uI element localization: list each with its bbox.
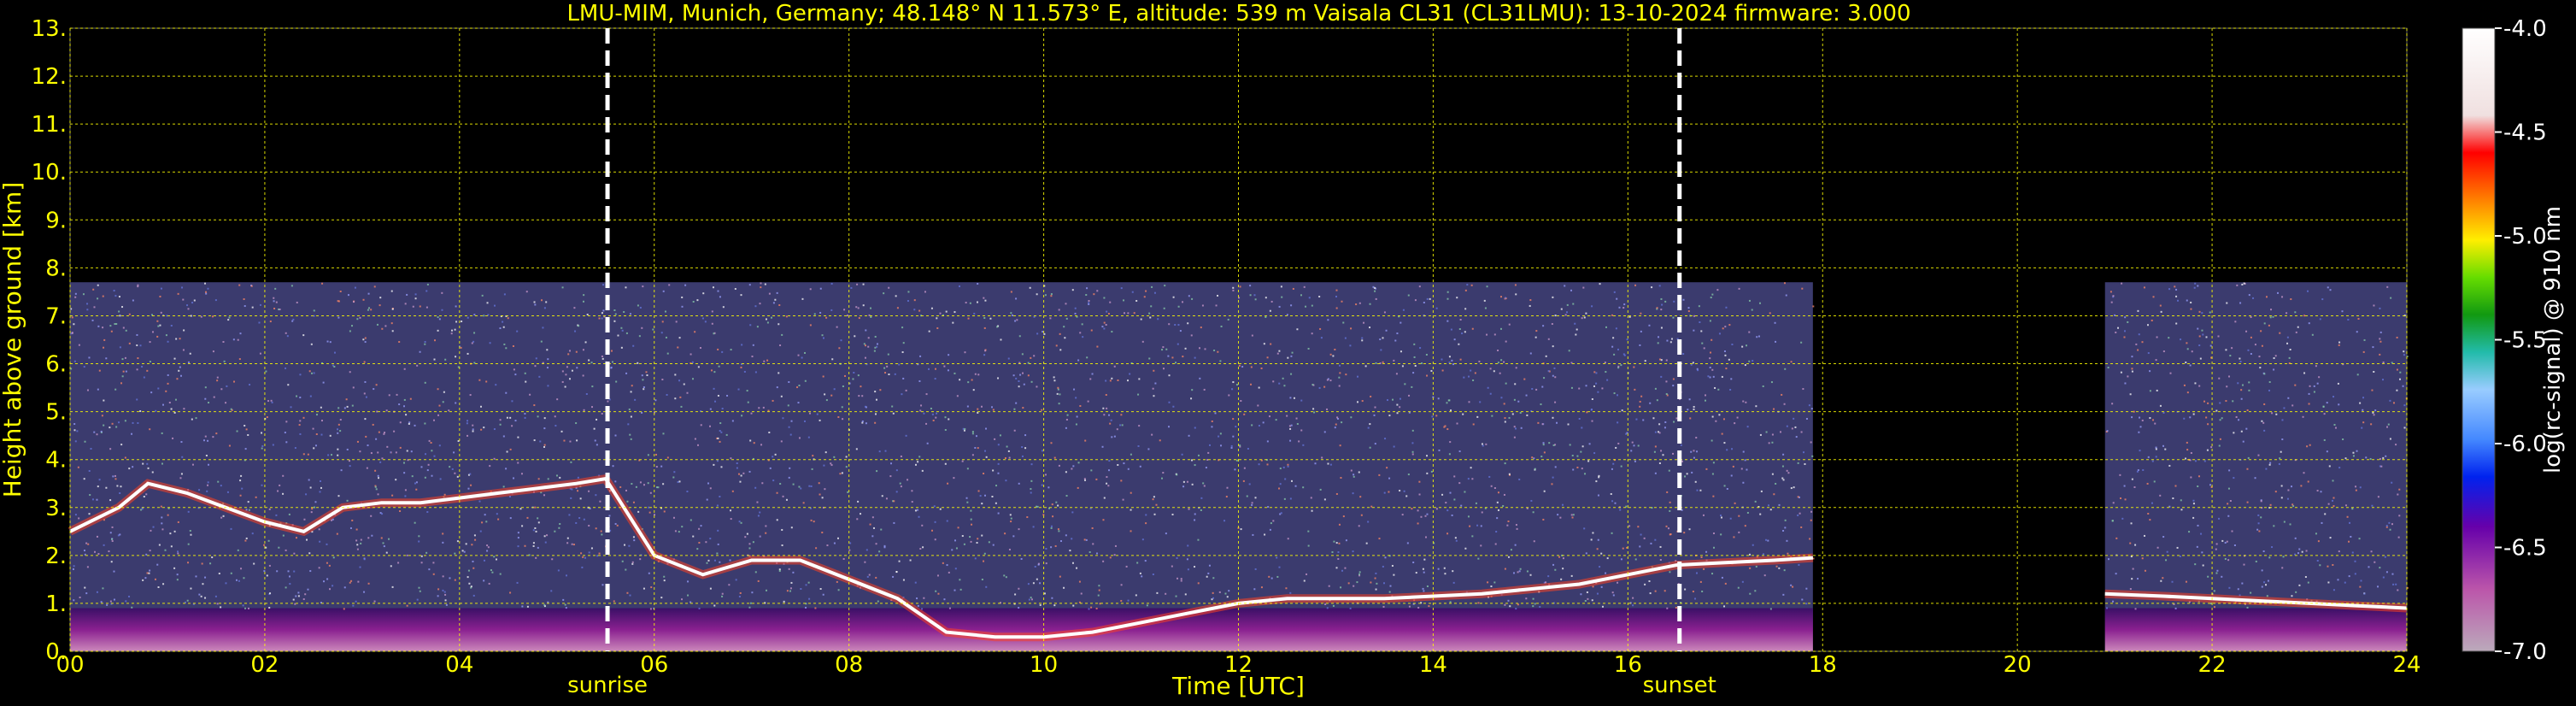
y-tick-label: 10. — [32, 160, 67, 185]
colorbar-tick-label: -4.5 — [2503, 121, 2547, 146]
colorbar-tick-label: -7.0 — [2503, 639, 2547, 665]
y-tick-label: 0. — [45, 639, 67, 665]
x-tick-label: 24 — [2392, 652, 2421, 678]
colorbar-tick-label: -4.0 — [2503, 16, 2547, 42]
colorbar-label: log(rc-signal) @ 910 nm — [2540, 206, 2566, 474]
x-tick-label: 22 — [2198, 652, 2227, 678]
x-tick-label: 10 — [1030, 652, 1058, 678]
x-tick-label: 14 — [1419, 652, 1447, 678]
y-tick-label: 3. — [45, 496, 67, 521]
y-tick-label: 7. — [45, 303, 67, 329]
y-tick-label: 6. — [45, 352, 67, 378]
chart-title: LMU-MIM, Munich, Germany; 48.148° N 11.5… — [566, 1, 1910, 26]
y-tick-label: 12. — [32, 64, 67, 90]
y-tick-label: 11. — [32, 112, 67, 138]
y-tick-label: 5. — [45, 400, 67, 426]
x-tick-label: 18 — [1809, 652, 1837, 678]
ceilometer-chart: 00 02 04 06 08 10 12 14 16 18 20 22 240.1.2.3.4.5.6.… — [0, 1, 2566, 700]
x-tick-label: 04 — [445, 652, 473, 678]
y-tick-label: 1. — [45, 591, 67, 617]
y-tick-label: 13. — [32, 16, 67, 42]
x-axis-label: Time [UTC] — [1171, 672, 1305, 700]
y-tick-label: 2. — [45, 544, 67, 569]
x-tick-label: 16 — [1614, 652, 1642, 678]
x-tick-label: 20 — [2004, 652, 2032, 678]
sunrise-label: sunrise — [567, 673, 648, 698]
surface-layer-1 — [2104, 608, 2407, 651]
y-axis-label: Height above ground [km] — [0, 182, 26, 498]
colorbar-tick-label: -6.5 — [2503, 536, 2547, 562]
x-tick-label: 02 — [250, 652, 279, 678]
colorbar — [2462, 27, 2496, 652]
y-tick-label: 4. — [45, 448, 67, 474]
x-tick-label: 08 — [835, 652, 863, 678]
signal-field-0 — [70, 282, 1813, 651]
y-tick-label: 8. — [45, 256, 67, 281]
sunset-label: sunset — [1643, 673, 1716, 698]
y-tick-label: 9. — [45, 208, 67, 233]
